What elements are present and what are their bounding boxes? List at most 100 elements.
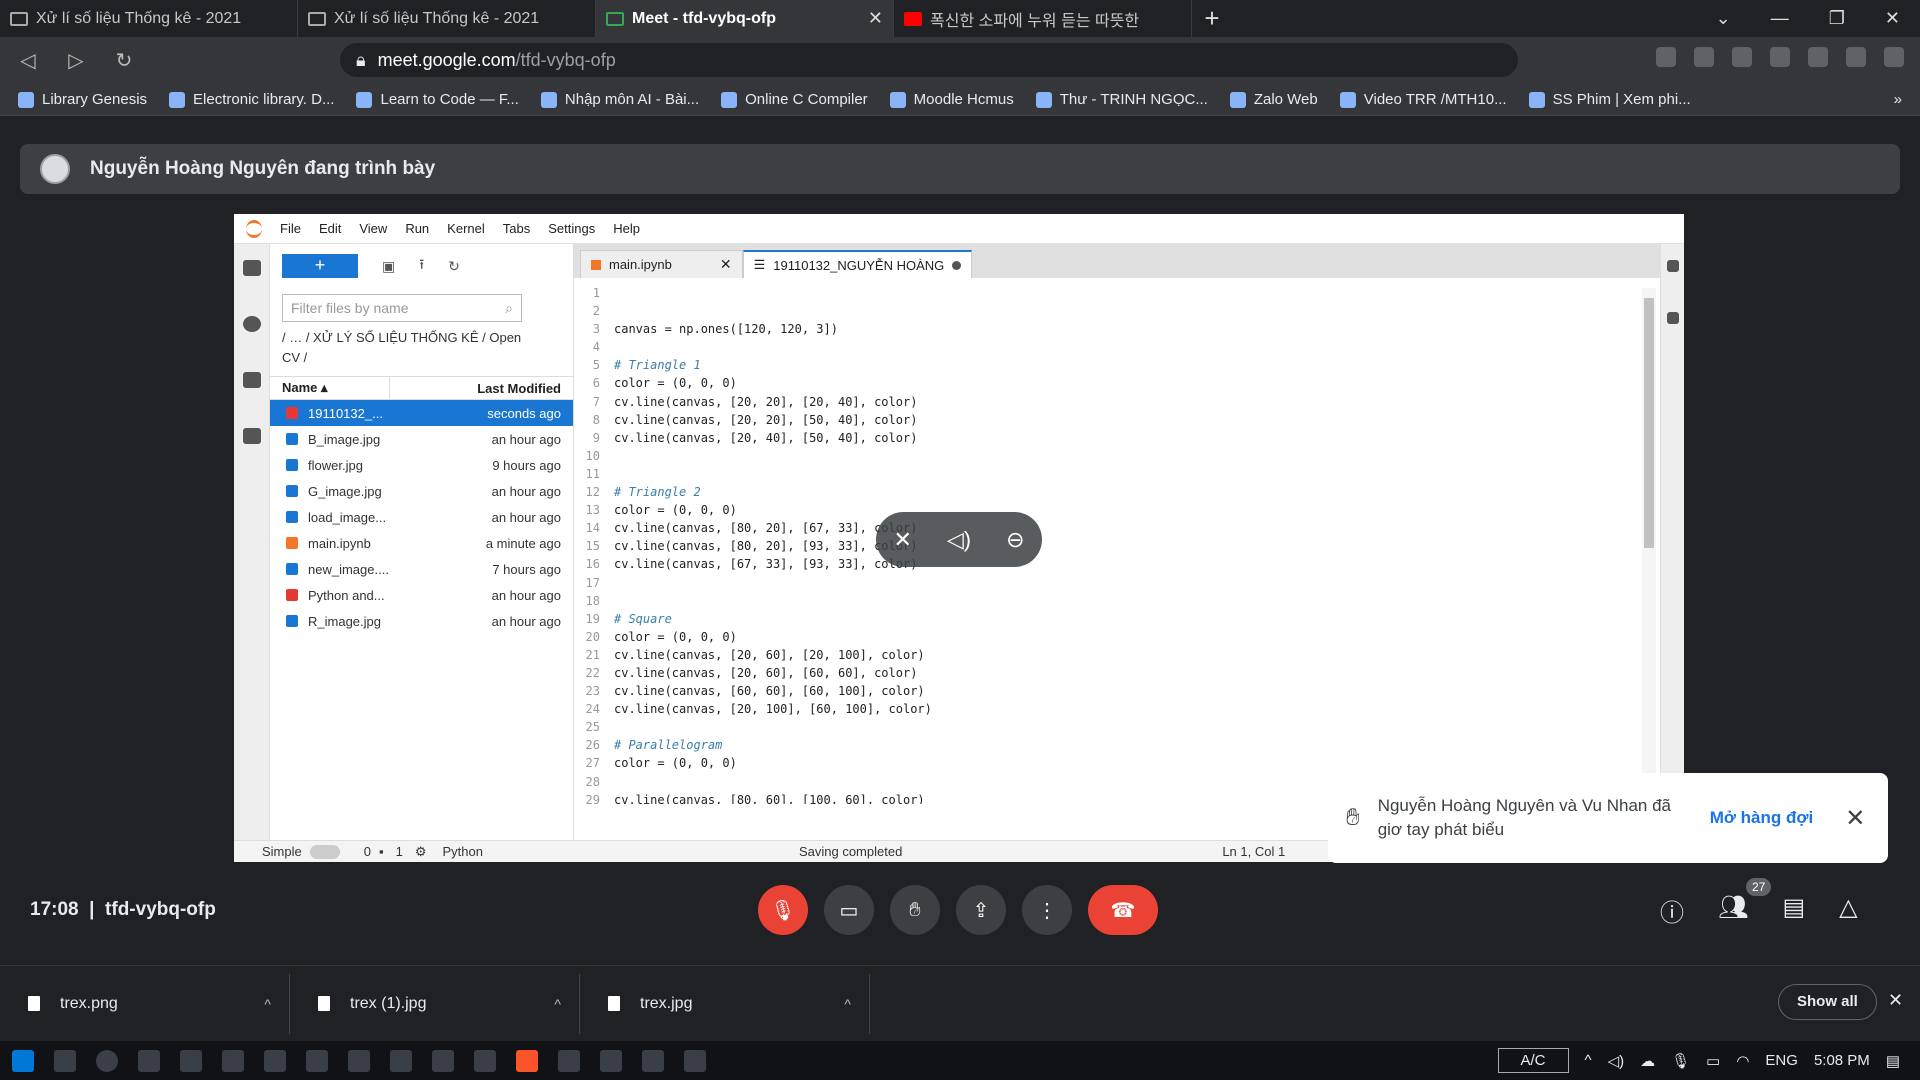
url-bar[interactable]: 🔒︎ meet.google.com/tfd-vybq-ofp xyxy=(340,43,1518,77)
modified-column-header[interactable]: Last Modified xyxy=(390,381,573,396)
store-icon[interactable] xyxy=(264,1049,286,1072)
jupyter-icon[interactable] xyxy=(600,1049,622,1072)
edge-icon[interactable] xyxy=(432,1049,454,1072)
language-indicator[interactable]: ENG xyxy=(1765,1052,1798,1069)
opera-icon[interactable] xyxy=(474,1049,496,1072)
reload-button[interactable]: ↻ xyxy=(112,48,136,73)
scrollbar-thumb[interactable] xyxy=(1644,298,1654,548)
notepad-icon[interactable] xyxy=(642,1049,664,1072)
file-explorer-icon[interactable] xyxy=(390,1049,412,1072)
breadcrumb[interactable]: / … / XỬ LÝ SỐ LIỆU THỐNG KÊ / Open CV / xyxy=(282,328,522,368)
unpin-icon[interactable]: ✕ xyxy=(893,527,911,553)
mail-icon[interactable] xyxy=(180,1049,202,1072)
profile-icon[interactable]: ⌄ xyxy=(1716,8,1731,29)
menu-view[interactable]: View xyxy=(359,221,387,236)
code-line[interactable]: 9 cv.line(canvas, [20, 40], [50, 40], col… xyxy=(574,429,1640,447)
code-line[interactable]: 12 # Triangle 2 xyxy=(574,483,1640,501)
file-row[interactable]: Python and... an hour ago xyxy=(270,582,573,608)
code-line[interactable]: 26 # Parallelogram xyxy=(574,736,1640,754)
bookmark-item[interactable]: Nhập môn AI - Bài... xyxy=(540,91,699,108)
browser-tab[interactable]: 폭신한 소파에 누워 듣는 따뜻한 xyxy=(894,0,1192,37)
code-line[interactable]: 25 xyxy=(574,718,1640,736)
code-line[interactable]: 8 cv.line(canvas, [20, 20], [50, 40], col… xyxy=(574,411,1640,429)
code-area[interactable]: 1 2 3 canvas = np.ones([120, 120, 3]) 4 5 # Tr… xyxy=(574,284,1640,804)
puzzle-icon[interactable] xyxy=(1770,47,1790,67)
close-window-button[interactable]: ✕ xyxy=(1885,8,1900,29)
show-all-button[interactable]: Show all xyxy=(1778,984,1877,1020)
close-tab-icon[interactable]: ✕ xyxy=(868,8,883,29)
task-view-icon[interactable] xyxy=(138,1049,160,1072)
filter-files-input[interactable]: Filter files by name ⌕ xyxy=(282,294,522,322)
minimize-button[interactable]: — xyxy=(1771,8,1789,29)
cloud-icon[interactable]: ☁ xyxy=(1640,1052,1655,1070)
menu-tabs[interactable]: Tabs xyxy=(503,221,530,236)
back-button[interactable]: ◁ xyxy=(16,48,40,73)
close-icon[interactable]: ✕ xyxy=(720,256,732,273)
download-item[interactable]: trex.jpg ^ xyxy=(580,973,870,1034)
file-row[interactable]: new_image.... 7 hours ago xyxy=(270,556,573,582)
browser-tab[interactable]: Xử lí số liệu Thống kê - 2021 xyxy=(0,0,298,37)
bookmark-item[interactable]: Learn to Code — F... xyxy=(356,91,519,108)
file-row[interactable]: flower.jpg 9 hours ago xyxy=(270,452,573,478)
code-line[interactable]: 27 color = (0, 0, 0) xyxy=(574,754,1640,772)
download-item[interactable]: trex (1).jpg ^ xyxy=(290,973,580,1034)
raise-hand-button[interactable]: ✋︎ xyxy=(890,885,940,935)
tray-chevron-icon[interactable]: ^ xyxy=(1585,1052,1592,1069)
mic-icon[interactable]: 🎙︎ xyxy=(1671,1052,1690,1070)
code-line[interactable]: 14 cv.line(canvas, [80, 20], [67, 33], co… xyxy=(574,519,1640,537)
file-row[interactable]: B_image.jpg an hour ago xyxy=(270,426,573,452)
chevron-up-icon[interactable]: ^ xyxy=(264,996,271,1012)
code-line[interactable]: 21 cv.line(canvas, [20, 60], [20, 100], c… xyxy=(574,646,1640,664)
tab-current-file[interactable]: ☰ 19110132_NGUYỄN HOÀNG xyxy=(742,250,973,278)
upload-icon[interactable]: ⭱ xyxy=(419,254,424,278)
chat-icon[interactable]: ▤ xyxy=(1782,893,1805,928)
new-folder-icon[interactable]: ▣ xyxy=(382,258,395,275)
app-icon[interactable] xyxy=(558,1049,580,1072)
code-line[interactable]: 7 cv.line(canvas, [20, 20], [20, 40], col… xyxy=(574,393,1640,411)
menu-file[interactable]: File xyxy=(280,221,301,236)
volume-icon[interactable]: ◁) xyxy=(1608,1052,1625,1070)
bookmark-item[interactable]: Zalo Web xyxy=(1229,91,1318,108)
bookmark-item[interactable]: Video TRR /MTH10... xyxy=(1339,91,1507,108)
ac-indicator[interactable]: A/C xyxy=(1497,1048,1569,1073)
extension-icon[interactable] xyxy=(1732,47,1752,67)
code-line[interactable]: 17 xyxy=(574,574,1640,592)
simple-mode-toggle[interactable] xyxy=(309,844,340,859)
refresh-icon[interactable]: ↻ xyxy=(448,258,460,275)
code-line[interactable]: 6 color = (0, 0, 0) xyxy=(574,374,1640,392)
menu-edit[interactable]: Edit xyxy=(319,221,341,236)
code-line[interactable]: 19 # Square xyxy=(574,610,1640,628)
chevron-up-icon[interactable]: ^ xyxy=(844,996,851,1012)
debugger-icon[interactable] xyxy=(1666,312,1679,324)
info-icon[interactable]: ⓘ xyxy=(1660,893,1684,928)
running-icon[interactable] xyxy=(242,316,261,332)
photos-icon[interactable] xyxy=(684,1049,706,1072)
code-line[interactable]: 18 xyxy=(574,592,1640,610)
editor-scrollbar[interactable] xyxy=(1642,288,1656,808)
restore-button[interactable]: ❐ xyxy=(1829,8,1845,29)
menu-settings[interactable]: Settings xyxy=(548,221,595,236)
wallet-icon[interactable] xyxy=(1846,47,1866,67)
more-options-button[interactable]: ⋮ xyxy=(1022,885,1072,935)
bookmark-item[interactable]: SS Phim | Xem phi... xyxy=(1528,91,1691,108)
bookmark-item[interactable]: Thư - TRINH NGỌC... xyxy=(1035,91,1208,108)
bookmark-item[interactable]: Online C Compiler xyxy=(721,91,868,108)
open-queue-button[interactable]: Mở hàng đợi xyxy=(1710,808,1814,828)
name-column-header[interactable]: Name ▴ xyxy=(270,376,390,400)
menu-kernel[interactable]: Kernel xyxy=(447,221,485,236)
photoshop-icon[interactable] xyxy=(348,1049,370,1072)
app-icon[interactable] xyxy=(222,1049,244,1072)
extension-icon[interactable] xyxy=(1694,47,1714,67)
clock[interactable]: 5:08 PM xyxy=(1814,1052,1870,1069)
code-line[interactable]: 3 canvas = np.ones([120, 120, 3]) xyxy=(574,320,1640,338)
close-icon[interactable]: ✕ xyxy=(1888,990,1903,1011)
mic-off-button[interactable]: 🎙︎ xyxy=(758,885,808,935)
remove-icon[interactable]: ⊖ xyxy=(1006,527,1024,553)
code-line[interactable]: 13 color = (0, 0, 0) xyxy=(574,501,1640,519)
code-line[interactable]: 16 cv.line(canvas, [67, 33], [93, 33], co… xyxy=(574,555,1640,573)
code-line[interactable]: 24 cv.line(canvas, [20, 100], [60, 100], … xyxy=(574,700,1640,718)
toc-icon[interactable] xyxy=(242,372,261,388)
new-launcher-button[interactable]: + xyxy=(282,254,358,278)
code-line[interactable]: 20 color = (0, 0, 0) xyxy=(574,628,1640,646)
cortana-icon[interactable] xyxy=(96,1049,118,1072)
